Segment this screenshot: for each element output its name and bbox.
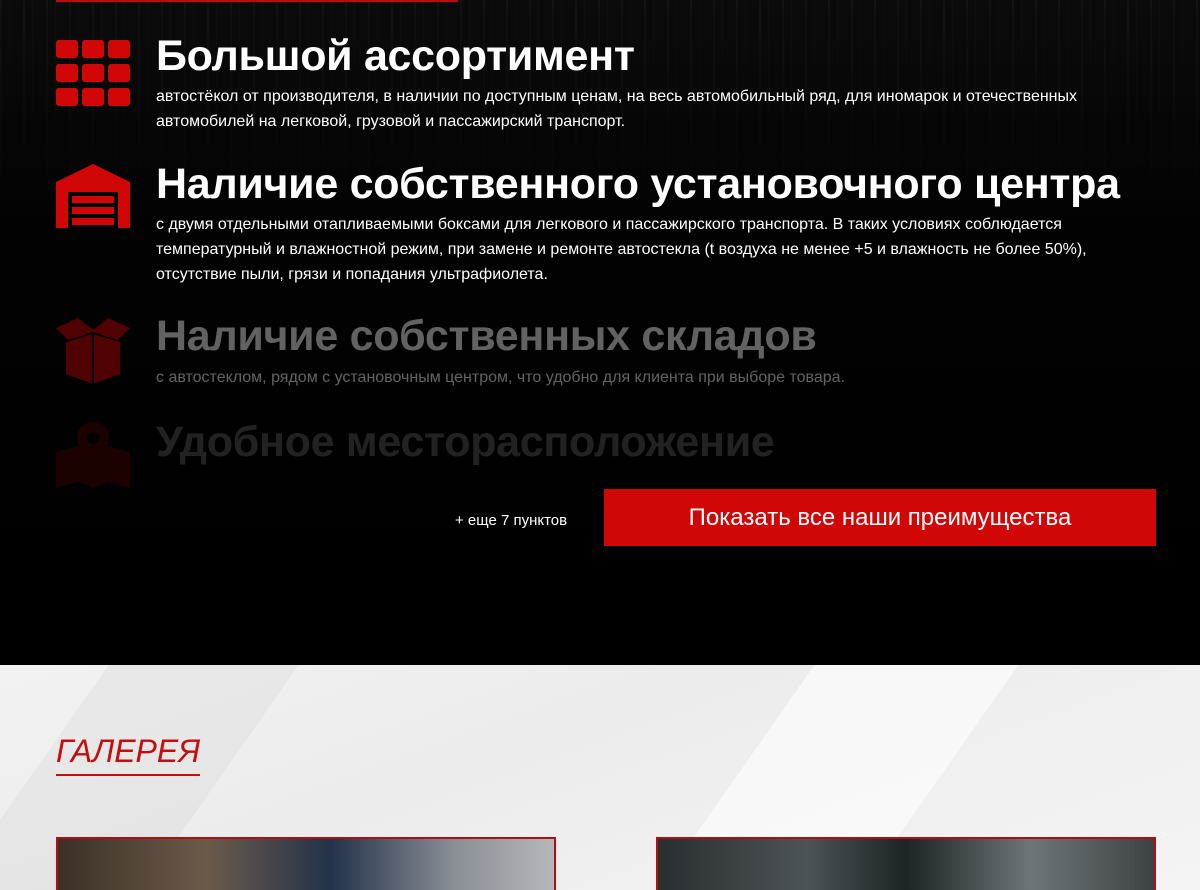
feature-description: с автостеклом, рядом с установочным цент… (156, 369, 845, 386)
map-pin-icon (56, 422, 130, 488)
feature-title: Большой ассортимент (156, 32, 635, 80)
garage-icon (56, 164, 130, 228)
feature-description: с двумя отдельными отапливаемыми боксами… (156, 216, 1087, 283)
top-accent-line (56, 0, 458, 2)
feature-description: автостёкол от производителя, в наличии п… (156, 88, 1078, 130)
gallery-title: ГАЛЕРЕЯ (56, 733, 201, 769)
more-items-label: + еще 7 пунктов (455, 512, 568, 529)
feature-title: Удобное месторасположение (156, 418, 775, 466)
gallery-image[interactable] (656, 837, 1156, 890)
advantages-section: Большой ассортимент автостёкол от произв… (0, 0, 1200, 665)
show-all-advantages-button[interactable]: Показать все наши преимущества (604, 489, 1156, 546)
feature-title: Наличие собственного установочного центр… (156, 160, 1120, 208)
grid-icon (56, 40, 130, 106)
gallery-section: ГАЛЕРЕЯ (0, 665, 1200, 890)
gallery-image[interactable] (56, 837, 556, 890)
feature-title: Наличие собственных складов (156, 312, 817, 360)
gallery-title-underline (56, 774, 200, 776)
box-icon (56, 318, 130, 384)
